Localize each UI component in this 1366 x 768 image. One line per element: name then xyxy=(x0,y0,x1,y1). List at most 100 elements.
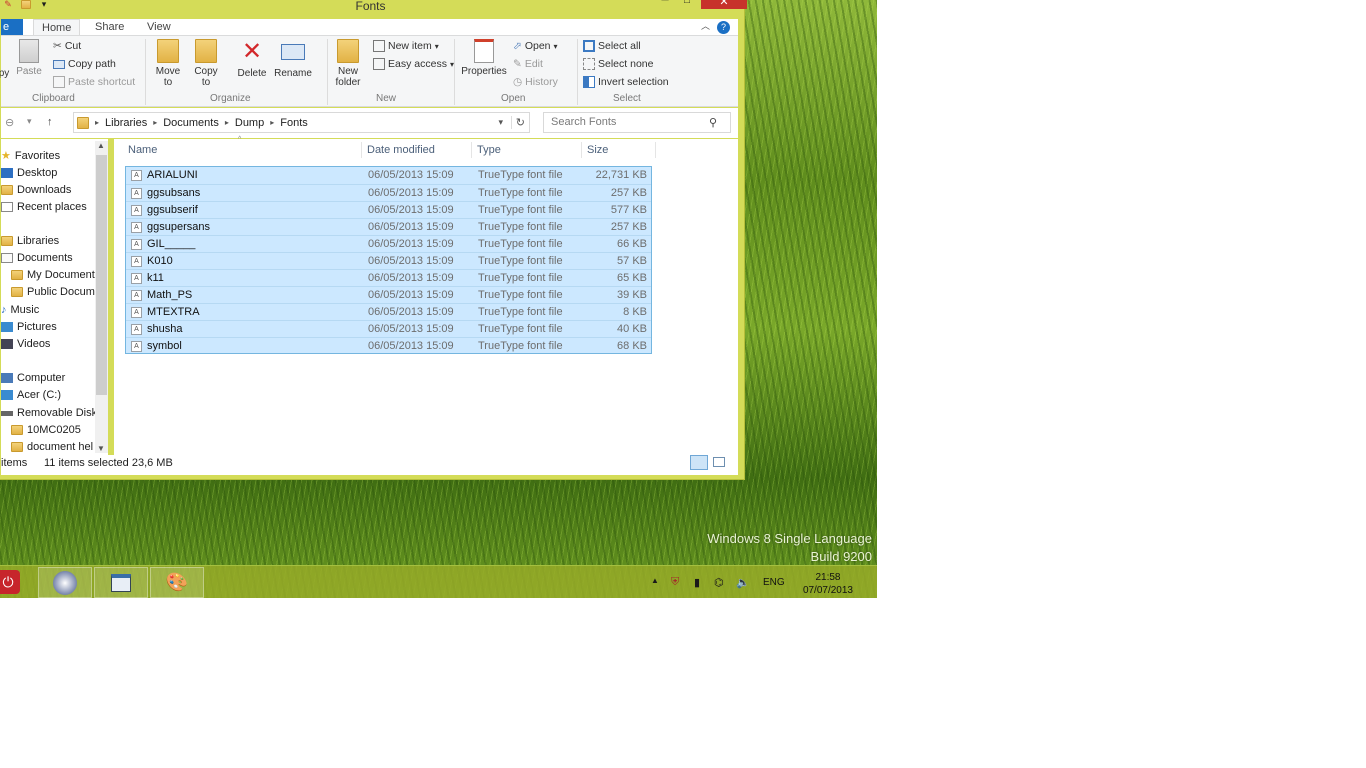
file-row[interactable]: Aggsupersans 06/05/2013 15:09 TrueType fon… xyxy=(126,218,651,235)
taskbar-app-2[interactable] xyxy=(94,567,148,598)
select-none-button[interactable]: Select none xyxy=(583,58,653,70)
column-header-date[interactable]: Date modified xyxy=(367,144,435,156)
search-icon[interactable]: ⚲ xyxy=(709,116,732,129)
nav-computer[interactable]: Computer xyxy=(1,372,65,384)
forward-dropdown-icon[interactable]: ▾ xyxy=(27,116,32,127)
file-row[interactable]: A K010 06/05/2013 15:09 TrueType font file 5… xyxy=(126,252,651,269)
nav-my-documents[interactable]: My Documents xyxy=(11,269,100,281)
breadcrumb-fonts[interactable]: Fonts xyxy=(280,117,308,129)
nav-folder-10mc0205[interactable]: 10MC0205 xyxy=(11,424,81,436)
file-type: TrueType font file xyxy=(478,238,563,250)
nav-public-documents[interactable]: Public Docume xyxy=(11,286,101,298)
column-divider[interactable] xyxy=(361,142,362,158)
column-divider[interactable] xyxy=(471,142,472,158)
network-icon[interactable]: ⌬ xyxy=(714,576,724,589)
file-size: 22,731 KB xyxy=(595,169,647,181)
open-button[interactable]: ⬀ Open ▾ xyxy=(513,40,558,52)
paste-label: Paste xyxy=(16,66,42,77)
nav-document-help[interactable]: document hel xyxy=(11,441,93,453)
breadcrumb-chevron-icon[interactable]: ▸ xyxy=(153,118,157,127)
ribbon-collapse-icon[interactable]: ︿ xyxy=(701,19,710,32)
up-arrow-icon[interactable]: ↑ xyxy=(47,116,53,128)
cut-button[interactable]: ✂ Cut xyxy=(53,40,81,52)
volume-icon[interactable]: 🔈 xyxy=(736,576,750,589)
copy-to-button[interactable]: Copy to xyxy=(191,39,221,88)
search-input[interactable]: Search Fonts xyxy=(543,112,731,133)
properties-button[interactable]: Properties xyxy=(459,39,509,77)
nav-scrollbar-thumb[interactable] xyxy=(96,155,107,395)
refresh-icon[interactable]: ↻ xyxy=(510,116,525,129)
paste-shortcut-button[interactable]: Paste shortcut xyxy=(53,76,135,88)
new-item-button[interactable]: New item ▾ xyxy=(373,40,439,52)
taskbar-app-3[interactable]: 🎨 xyxy=(150,567,204,598)
rename-button[interactable]: Rename xyxy=(273,39,313,79)
tab-file[interactable]: e xyxy=(1,19,23,35)
back-arrow-icon[interactable]: ⊖ xyxy=(5,116,14,129)
breadcrumb-documents[interactable]: Documents xyxy=(163,117,219,129)
nav-scrollbar[interactable]: ▲ ▼ xyxy=(95,141,108,453)
select-all-button[interactable]: Select all xyxy=(583,40,641,52)
details-view-icon[interactable] xyxy=(690,455,708,470)
help-icon[interactable]: ? xyxy=(717,21,730,34)
nav-downloads[interactable]: Downloads xyxy=(1,184,71,196)
invert-selection-button[interactable]: Invert selection xyxy=(583,76,669,88)
file-row[interactable]: Ak11 06/05/2013 15:09 TrueType font file 65… xyxy=(126,269,651,286)
nav-documents[interactable]: Documents xyxy=(1,252,73,264)
delete-button[interactable]: ✕ Delete xyxy=(235,39,269,80)
file-row[interactable]: A ARIALUNI 06/05/2013 15:09 TrueType font f… xyxy=(126,167,651,184)
input-language[interactable]: ENG xyxy=(763,577,785,588)
easy-access-button[interactable]: Easy access ▾ xyxy=(373,58,454,70)
breadcrumb-chevron-icon[interactable]: ▸ xyxy=(270,118,274,127)
file-row[interactable]: Asymbol 06/05/2013 15:09 TrueType font fil… xyxy=(126,337,651,354)
tab-home[interactable]: Home xyxy=(33,19,81,35)
security-shield-icon[interactable]: ⛨ xyxy=(671,576,679,589)
nav-videos[interactable]: Videos xyxy=(1,338,50,350)
paste-button[interactable]: Paste xyxy=(15,39,43,77)
new-folder-button[interactable]: New folder xyxy=(331,39,365,88)
column-header-name[interactable]: Name xyxy=(128,144,157,156)
maximize-button[interactable]: □ xyxy=(677,0,697,9)
close-button[interactable]: ✕ xyxy=(701,0,747,9)
file-row[interactable]: A Math_PS 06/05/2013 15:09 TrueType font fi… xyxy=(126,286,651,303)
nav-removable-disk[interactable]: Removable Disk ( xyxy=(1,407,104,419)
nav-pictures[interactable]: Pictures xyxy=(1,321,57,333)
breadcrumb-chevron-icon[interactable]: ▸ xyxy=(225,118,229,127)
tab-view[interactable]: View xyxy=(139,19,179,35)
nav-acer-drive[interactable]: Acer (C:) xyxy=(1,389,61,401)
column-header-size[interactable]: Size xyxy=(587,144,608,156)
move-to-button[interactable]: Move to xyxy=(153,39,183,88)
file-row[interactable]: A MTEXTRA 06/05/2013 15:09 TrueType font fi… xyxy=(126,303,651,320)
column-divider[interactable] xyxy=(655,142,656,158)
nav-desktop[interactable]: Desktop xyxy=(1,167,57,179)
tab-share[interactable]: Share xyxy=(87,19,132,35)
column-divider[interactable] xyxy=(581,142,582,158)
breadcrumb-libraries[interactable]: Libraries xyxy=(105,117,147,129)
copy-path-button[interactable]: Copy path xyxy=(53,58,116,70)
scroll-up-icon[interactable]: ▲ xyxy=(97,141,105,150)
title-bar[interactable]: ✎ ▾ Fonts ─ □ ✕ xyxy=(0,0,747,13)
taskbar-app-1[interactable] xyxy=(38,567,92,598)
clock[interactable]: 21:58 07/07/2013 xyxy=(803,571,853,597)
file-row[interactable]: A GIL_____ 06/05/2013 15:09 TrueType font f… xyxy=(126,235,651,252)
breadcrumb-dump[interactable]: Dump xyxy=(235,117,264,129)
nav-libraries[interactable]: Libraries xyxy=(1,235,59,247)
file-row[interactable]: Ashusha 06/05/2013 15:09 TrueType font fil… xyxy=(126,320,651,337)
file-row[interactable]: Aggsubserif 06/05/2013 15:09 TrueType font… xyxy=(126,201,651,218)
show-hidden-icons-icon[interactable]: ▲ xyxy=(651,576,659,585)
nav-music[interactable]: ♪ Music xyxy=(1,304,39,316)
power-icon[interactable]: ⏻ xyxy=(0,570,20,594)
battery-icon[interactable]: ▮ xyxy=(694,576,700,589)
file-row[interactable]: Aggsubsans 06/05/2013 15:09 TrueType font … xyxy=(126,184,651,201)
minimize-button[interactable]: ─ xyxy=(655,0,675,9)
column-header-type[interactable]: Type xyxy=(477,144,501,156)
copy-button[interactable]: py xyxy=(0,68,11,79)
address-dropdown-icon[interactable]: ▾ xyxy=(498,117,503,128)
nav-favorites[interactable]: ★ Favorites xyxy=(1,149,60,163)
edit-button[interactable]: ✎ Edit xyxy=(513,58,543,70)
history-button[interactable]: ◷ History xyxy=(513,76,558,88)
nav-document-help-label: document hel xyxy=(27,441,94,453)
large-icons-view-icon[interactable] xyxy=(713,457,725,467)
scroll-down-icon[interactable]: ▼ xyxy=(97,444,105,453)
nav-recent-places[interactable]: Recent places xyxy=(1,201,87,213)
address-bar[interactable]: ▸ Libraries ▸ Documents ▸ Dump ▸ Fonts ▾… xyxy=(73,112,530,133)
